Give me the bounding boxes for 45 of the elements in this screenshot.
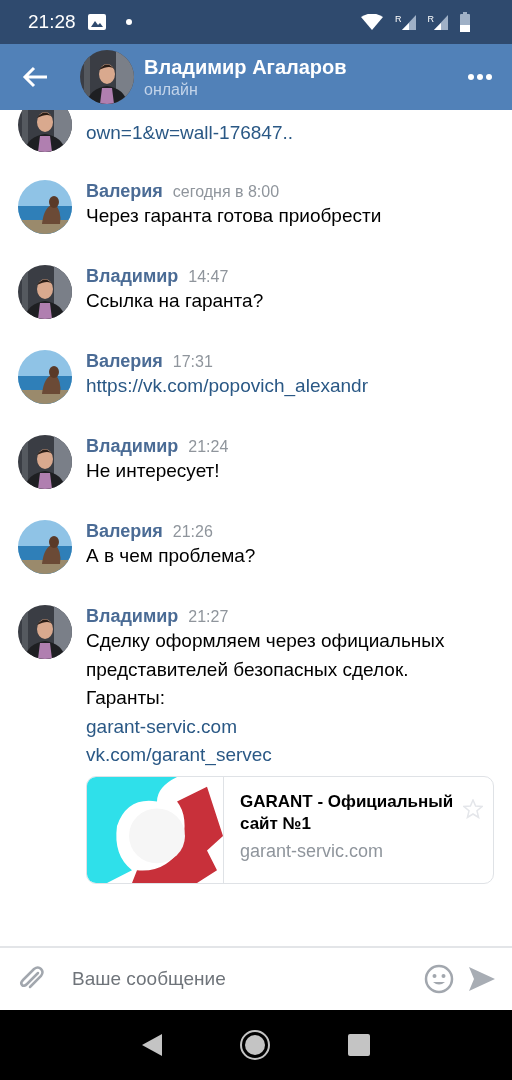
message-text: Через гаранта готова приобрести <box>86 204 382 228</box>
sender-name[interactable]: Валерия <box>86 521 163 542</box>
message-text: Гаранты: <box>86 686 167 710</box>
link-preview-card[interactable]: GARANT - Официальный сайт №1 garant-servic.com <box>86 775 494 884</box>
clock: 21:28 <box>28 11 76 33</box>
message-link[interactable]: own=1&w=wall-176847.. <box>86 119 294 148</box>
signal-icon <box>401 14 416 30</box>
sender-name[interactable]: Владимир <box>86 436 179 457</box>
message-link[interactable]: vk.com/garant_servec <box>86 741 494 770</box>
message-time: 21:27 <box>188 608 229 626</box>
sender-name[interactable]: Валерия <box>86 181 163 202</box>
message-link[interactable]: garant-servic.com <box>86 712 494 741</box>
wifi-icon <box>361 14 383 30</box>
sender-name[interactable]: Владимир <box>86 266 179 287</box>
back-icon[interactable] <box>142 1034 163 1056</box>
sender-name[interactable]: Владимир <box>86 606 179 627</box>
message-text: Не интересует! <box>86 459 221 483</box>
message-text: А в чем проблема? <box>86 544 256 568</box>
sender-name[interactable]: Валерия <box>86 351 163 372</box>
message-time: сегодня в 8:00 <box>172 183 280 201</box>
battery-icon <box>460 12 470 32</box>
send-icon[interactable] <box>468 965 496 993</box>
home-icon[interactable] <box>239 1029 271 1061</box>
message-text: Сделку оформляем через официальных представителей безопасных сделок. <box>86 629 446 682</box>
smiley-icon[interactable] <box>424 964 454 994</box>
message-input[interactable]: Ваше сообщение <box>60 960 410 998</box>
roaming-label: R <box>395 14 402 24</box>
message-time: 17:31 <box>172 353 213 371</box>
back-arrow-icon[interactable] <box>22 66 48 88</box>
dot-icon <box>125 19 132 25</box>
overview-icon[interactable] <box>347 1034 370 1056</box>
message-time: 21:26 <box>172 523 213 541</box>
image-icon <box>87 14 106 30</box>
contact-name: Владимир Агаларов <box>144 55 348 79</box>
star-icon[interactable] <box>463 798 483 819</box>
online-status: онлайн <box>144 80 199 99</box>
preview-title: GARANT - Официальный сайт №1 <box>240 790 455 835</box>
message-text: Ссылка на гаранта? <box>86 289 264 313</box>
signal-icon <box>434 14 448 30</box>
message-time: 14:47 <box>188 268 229 286</box>
roaming-label: R <box>427 14 434 24</box>
preview-domain: garant-servic.com <box>240 840 385 862</box>
message-link[interactable]: https://vk.com/popovich_alexandr <box>86 372 368 401</box>
more-icon[interactable] <box>468 74 492 80</box>
message-time: 21:24 <box>188 438 229 456</box>
